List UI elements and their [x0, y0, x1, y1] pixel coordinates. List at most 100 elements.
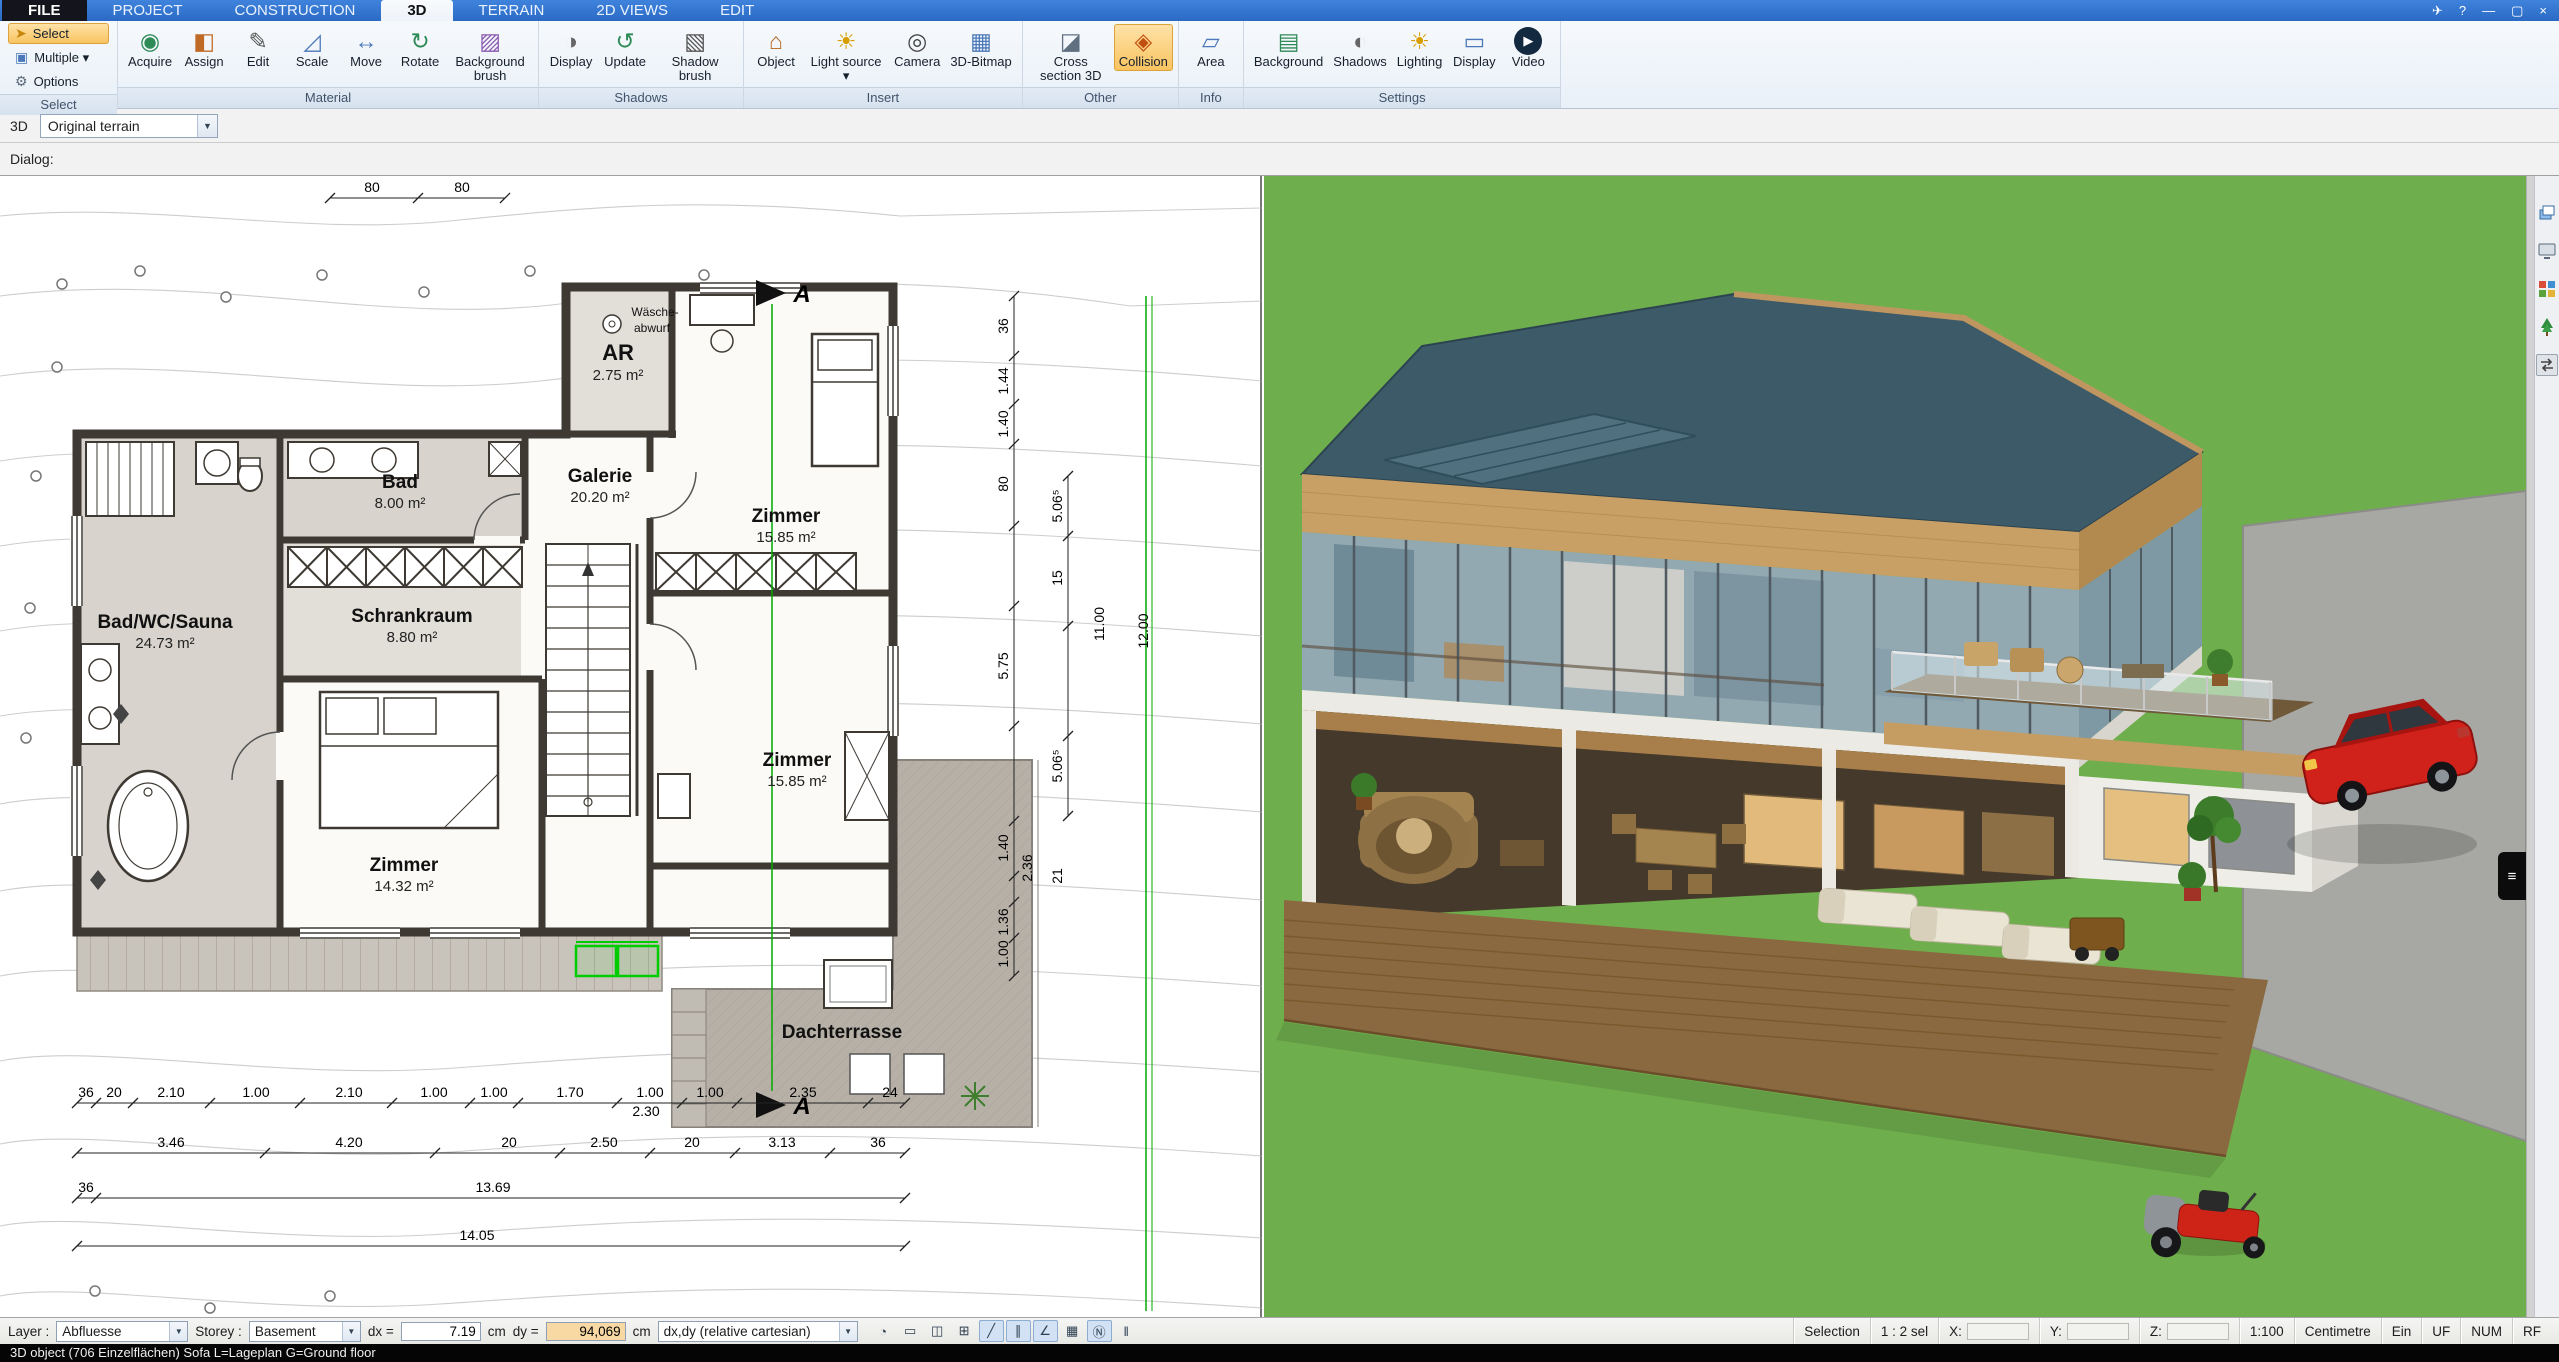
ribbon-button-label: Cross section 3D [1033, 55, 1109, 83]
stairs [546, 544, 637, 816]
view3d-canvas[interactable] [1264, 176, 2526, 1317]
selected-sofa-highlight[interactable] [576, 942, 658, 976]
north-icon[interactable]: Ⓝ [1087, 1320, 1112, 1342]
minimize-icon[interactable]: — [2482, 0, 2495, 21]
ribbon-button-label: Move [350, 55, 382, 69]
palette-icon[interactable]: ◫ [925, 1320, 950, 1342]
dimension-label: 11.00 [1091, 607, 1107, 641]
ribbon-button-multiple[interactable]: ▣Multiple ▾ [8, 47, 109, 68]
tab-edit[interactable]: EDIT [694, 0, 780, 21]
plants-icon[interactable] [2536, 316, 2558, 338]
floorplan-canvas[interactable]: Bad8.00 m²Bad/WC/Sauna24.73 m²Schrankrau… [0, 176, 1262, 1317]
close-icon[interactable]: × [2539, 0, 2547, 21]
terrain-select[interactable]: Original terrain ▼ [40, 114, 218, 138]
lighting-icon: ☀ [1409, 27, 1430, 55]
ribbon-button-object[interactable]: ⌂Object [749, 24, 803, 71]
ribbon-button-update[interactable]: ↺Update [598, 24, 652, 71]
storey-label: Storey : [195, 1324, 242, 1339]
floorplan-viewport[interactable]: Bad8.00 m²Bad/WC/Sauna24.73 m²Schrankrau… [0, 176, 1262, 1317]
ribbon-button-edit[interactable]: ✎Edit [231, 24, 285, 71]
tab-2d-views[interactable]: 2D VIEWS [570, 0, 694, 21]
ribbon-button-acquire[interactable]: ◉Acquire [123, 24, 177, 71]
pause-icon[interactable]: ‖ [1114, 1320, 1139, 1342]
ribbon-button-select[interactable]: ➤Select [8, 23, 109, 44]
layer-select[interactable]: Abfluesse ▼ [56, 1321, 188, 1342]
clock-icon[interactable]: ◔ [871, 1320, 896, 1342]
ribbon-button-label: Shadows [1333, 55, 1386, 69]
dy-input[interactable] [546, 1322, 626, 1341]
dimension-label: 80 [454, 179, 470, 195]
room-label: Zimmer [752, 506, 821, 527]
ribbon-button-background-brush[interactable]: ▨Background brush [447, 24, 533, 85]
help-icon[interactable]: ? [2459, 0, 2466, 21]
ribbon-button-move[interactable]: ↔Move [339, 24, 393, 71]
swap-arrows-icon[interactable] [2536, 354, 2558, 376]
ribbon-button-scale[interactable]: ◿Scale [285, 24, 339, 71]
materials-icon[interactable] [2536, 278, 2558, 300]
snap-angle-icon[interactable]: ∠ [1033, 1320, 1058, 1342]
dimension-label: 1.00 [420, 1084, 447, 1100]
ribbon-button-display[interactable]: ▭Display [1447, 24, 1501, 71]
ribbon-button-options[interactable]: ⚙Options [8, 71, 109, 92]
panel-handle[interactable]: ≡ [2498, 852, 2526, 900]
tab-construction[interactable]: CONSTRUCTION [209, 0, 382, 21]
feedback-icon[interactable]: ✈ [2432, 0, 2443, 21]
ribbon-button-light-source[interactable]: ☀Light source ▾ [803, 24, 889, 85]
ribbon-button-shadow-brush[interactable]: ▧Shadow brush [652, 24, 738, 85]
tab-file[interactable]: FILE [2, 0, 87, 21]
ribbon-button-rotate[interactable]: ↻Rotate [393, 24, 447, 71]
ribbon-button-shadows[interactable]: ◐Shadows [1328, 24, 1391, 71]
ribbon-button-cross-section-3d[interactable]: ◪Cross section 3D [1028, 24, 1114, 85]
storey-select[interactable]: Basement ▼ [249, 1321, 361, 1342]
dimension-label: 1.40 [995, 410, 1011, 437]
ribbon-button-area[interactable]: ▱Area [1184, 24, 1238, 71]
dx-input[interactable] [401, 1322, 481, 1341]
z-value-box [2167, 1323, 2229, 1340]
snap-grid-icon[interactable]: ▦ [1060, 1320, 1085, 1342]
ribbon-button-display[interactable]: ◑Display [544, 24, 598, 71]
ribbon-button-label: Camera [894, 55, 940, 69]
tab-project[interactable]: PROJECT [87, 0, 209, 21]
dimension-label: 14.05 [459, 1227, 494, 1243]
ribbon-button-background[interactable]: ▤Background [1249, 24, 1328, 71]
dimension-label: 3.13 [768, 1134, 795, 1150]
dimension-label: 15 [1049, 570, 1065, 586]
ribbon-button-camera[interactable]: ◎Camera [889, 24, 945, 71]
ribbon-button-lighting[interactable]: ☀Lighting [1392, 24, 1448, 71]
maximize-icon[interactable]: ▢ [2511, 0, 2523, 21]
screen-icon[interactable]: ▭ [898, 1320, 923, 1342]
room-area-label: 15.85 m² [756, 529, 815, 546]
num-indicator[interactable]: NUM [2460, 1318, 2512, 1344]
dx-unit: cm [488, 1324, 506, 1339]
dimension-label: 2.10 [335, 1084, 362, 1100]
tab-3d[interactable]: 3D [381, 0, 452, 21]
selection-label: Selection [1793, 1318, 1870, 1344]
terrain-select-value: Original terrain [48, 118, 140, 134]
uf-indicator[interactable]: UF [2421, 1318, 2460, 1344]
coffee-table [1500, 840, 1544, 866]
views-icon[interactable] [2536, 240, 2558, 262]
ribbon-button-collision[interactable]: ◈Collision [1114, 24, 1173, 71]
right-toolbar [2534, 176, 2559, 1317]
background-icon: ▤ [1278, 27, 1300, 55]
coord-mode-select[interactable]: dx,dy (relative cartesian) ▼ [658, 1321, 858, 1342]
view3d-viewport[interactable] [1264, 176, 2526, 1317]
dimension-label: 36 [78, 1179, 94, 1195]
dimension-label: 2.36 [1019, 854, 1035, 881]
layers-icon[interactable]: ⊞ [952, 1320, 977, 1342]
layers-icon[interactable] [2536, 202, 2558, 224]
snap-parallel-icon[interactable]: ∥ [1006, 1320, 1031, 1342]
ribbon-button-label: Edit [247, 55, 269, 69]
skylight [904, 1054, 944, 1094]
tab-terrain[interactable]: TERRAIN [453, 0, 571, 21]
ribbon-button-assign[interactable]: ◧Assign [177, 24, 231, 71]
move-icon: ↔ [355, 27, 378, 55]
ribbon-button-label: Background brush [452, 55, 528, 83]
snap-free-icon[interactable]: ╱ [979, 1320, 1004, 1342]
ribbon-button-3d-bitmap[interactable]: ▦3D-Bitmap [945, 24, 1016, 71]
ein-indicator[interactable]: Ein [2381, 1318, 2422, 1344]
ribbon-group-label: Shadows [539, 87, 743, 108]
ribbon-button-video[interactable]: ▶Video [1501, 24, 1555, 71]
vertical-scrollbar[interactable] [2526, 176, 2534, 1317]
rf-indicator[interactable]: RF [2512, 1318, 2551, 1344]
